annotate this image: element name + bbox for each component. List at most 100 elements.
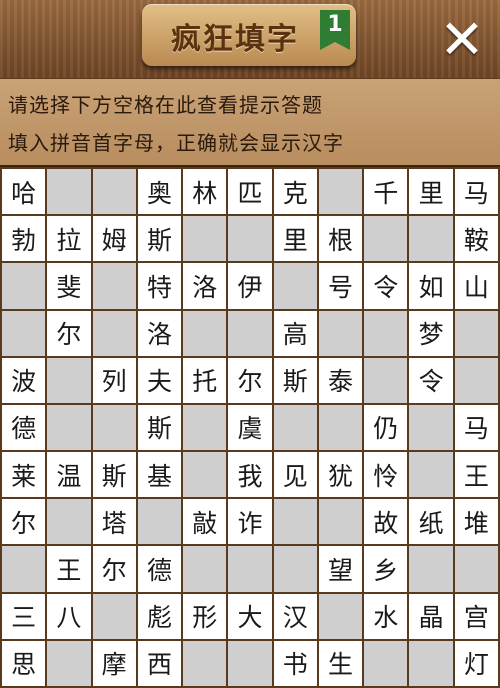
letter-cell[interactable]: 令 (409, 357, 453, 403)
letter-cell[interactable]: 斐 (47, 263, 91, 309)
letter-cell[interactable]: 夫 (137, 357, 182, 403)
letter-cell[interactable]: 千 (364, 169, 408, 215)
letter-cell[interactable]: 德 (137, 546, 182, 592)
letter-cell[interactable]: 宫 (454, 593, 498, 639)
letter-cell[interactable]: 摩 (92, 640, 136, 686)
letter-cell[interactable]: 德 (2, 404, 46, 451)
blocked-cell (318, 310, 363, 356)
letter-cell[interactable]: 特 (137, 263, 182, 309)
blocked-cell (137, 499, 182, 545)
letter-cell[interactable]: 西 (137, 640, 182, 686)
letter-cell[interactable]: 生 (318, 640, 363, 686)
blocked-cell (409, 452, 453, 498)
letter-cell[interactable]: 犹 (318, 452, 363, 498)
letter-cell[interactable]: 塔 (92, 499, 136, 545)
letter-cell[interactable]: 哈 (2, 169, 46, 215)
letter-cell[interactable]: 三 (2, 593, 46, 639)
blocked-cell (454, 310, 498, 356)
letter-cell[interactable]: 山 (454, 263, 498, 309)
letter-cell[interactable]: 诈 (228, 499, 272, 545)
letter-cell[interactable]: 如 (409, 263, 453, 309)
letter-cell[interactable]: 莱 (2, 452, 46, 498)
letter-cell[interactable]: 我 (228, 452, 272, 498)
letter-cell[interactable]: 堆 (454, 499, 498, 545)
letter-cell[interactable]: 敲 (183, 499, 227, 545)
letter-cell[interactable]: 纸 (409, 499, 453, 545)
letter-cell[interactable]: 虞 (228, 404, 272, 451)
level-badge: 1 (320, 10, 350, 50)
blocked-cell (92, 169, 136, 215)
letter-cell[interactable]: 斯 (273, 357, 317, 403)
letter-cell[interactable]: 尔 (92, 546, 136, 592)
blocked-cell (228, 640, 272, 686)
blocked-cell (273, 546, 317, 592)
letter-cell[interactable]: 匹 (228, 169, 272, 215)
letter-cell[interactable]: 灯 (454, 640, 498, 686)
letter-cell[interactable]: 鞍 (454, 216, 498, 262)
letter-cell[interactable]: 克 (273, 169, 317, 215)
letter-cell[interactable]: 梦 (409, 310, 453, 356)
blocked-cell (318, 499, 363, 545)
top-bar: 疯狂填字 1 ✕ (0, 0, 500, 78)
letter-cell[interactable]: 马 (454, 404, 498, 451)
hint-line-1: 请选择下方空格在此查看提示答题 (8, 93, 323, 117)
blocked-cell (47, 640, 91, 686)
letter-cell[interactable]: 根 (318, 216, 363, 262)
letter-cell[interactable]: 故 (364, 499, 408, 545)
letter-cell[interactable]: 汉 (273, 593, 317, 639)
letter-cell[interactable]: 马 (454, 169, 498, 215)
letter-cell[interactable]: 勃 (2, 216, 46, 262)
letter-cell[interactable]: 林 (183, 169, 227, 215)
letter-cell[interactable]: 王 (454, 452, 498, 498)
letter-cell[interactable]: 乡 (364, 546, 408, 592)
blocked-cell (92, 404, 136, 451)
letter-cell[interactable]: 望 (318, 546, 363, 592)
blocked-cell (92, 263, 136, 309)
letter-cell[interactable]: 王 (47, 546, 91, 592)
letter-cell[interactable]: 水 (364, 593, 408, 639)
letter-cell[interactable]: 怜 (364, 452, 408, 498)
letter-cell[interactable]: 号 (318, 263, 363, 309)
letter-cell[interactable]: 形 (183, 593, 227, 639)
letter-cell[interactable]: 洛 (137, 310, 182, 356)
blocked-cell (273, 404, 317, 451)
letter-cell[interactable]: 托 (183, 357, 227, 403)
letter-cell[interactable]: 斯 (137, 216, 182, 262)
letter-cell[interactable]: 高 (273, 310, 317, 356)
letter-cell[interactable]: 泰 (318, 357, 363, 403)
blocked-cell (228, 216, 272, 262)
blocked-cell (409, 640, 453, 686)
letter-cell[interactable]: 里 (273, 216, 317, 262)
letter-cell[interactable]: 见 (273, 452, 317, 498)
close-icon[interactable]: ✕ (434, 12, 490, 68)
letter-cell[interactable]: 里 (409, 169, 453, 215)
letter-cell[interactable]: 洛 (183, 263, 227, 309)
letter-cell[interactable]: 尔 (228, 357, 272, 403)
blocked-cell (273, 263, 317, 309)
blocked-cell (183, 546, 227, 592)
letter-cell[interactable]: 大 (228, 593, 272, 639)
letter-cell[interactable]: 仍 (364, 404, 408, 451)
letter-cell[interactable]: 彪 (137, 593, 182, 639)
blocked-cell (183, 404, 227, 451)
letter-cell[interactable]: 斯 (137, 404, 182, 451)
letter-cell[interactable]: 思 (2, 640, 46, 686)
letter-cell[interactable]: 温 (47, 452, 91, 498)
letter-cell[interactable]: 基 (137, 452, 182, 498)
letter-cell[interactable]: 姆 (92, 216, 136, 262)
letter-cell[interactable]: 尔 (47, 310, 91, 356)
blocked-cell (364, 357, 408, 403)
letter-cell[interactable]: 列 (92, 357, 136, 403)
letter-cell[interactable]: 尔 (2, 499, 46, 545)
letter-cell[interactable]: 书 (273, 640, 317, 686)
letter-cell[interactable]: 奥 (137, 169, 182, 215)
letter-cell[interactable]: 波 (2, 357, 46, 403)
title-plaque: 疯狂填字 1 (142, 4, 356, 66)
letter-cell[interactable]: 八 (47, 593, 91, 639)
letter-cell[interactable]: 拉 (47, 216, 91, 262)
letter-cell[interactable]: 令 (364, 263, 408, 309)
letter-cell[interactable]: 斯 (92, 452, 136, 498)
letter-cell[interactable]: 晶 (409, 593, 453, 639)
letter-cell[interactable]: 伊 (228, 263, 272, 309)
blocked-cell (183, 216, 227, 262)
